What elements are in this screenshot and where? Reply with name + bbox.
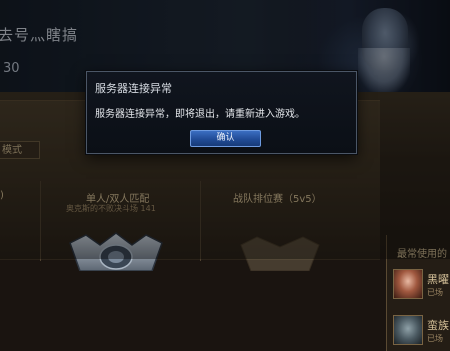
confirm-button[interactable]: 确认 — [190, 130, 261, 147]
champion-portrait[interactable] — [393, 269, 423, 299]
champion-name: 黑曜 — [427, 273, 449, 286]
champion-portrait[interactable] — [393, 315, 423, 345]
server-error-dialog: 服务器连接异常 服务器连接异常，即将退出，请重新进入游戏。 确认 — [86, 71, 357, 154]
champion-name: 蛮族 — [427, 319, 449, 332]
dialog-title: 服务器连接异常 — [95, 82, 172, 95]
dialog-message: 服务器连接异常，即将退出，请重新进入游戏。 — [95, 109, 305, 120]
champion-games: 已场 — [427, 334, 443, 343]
champion-games: 已场 — [427, 288, 443, 297]
